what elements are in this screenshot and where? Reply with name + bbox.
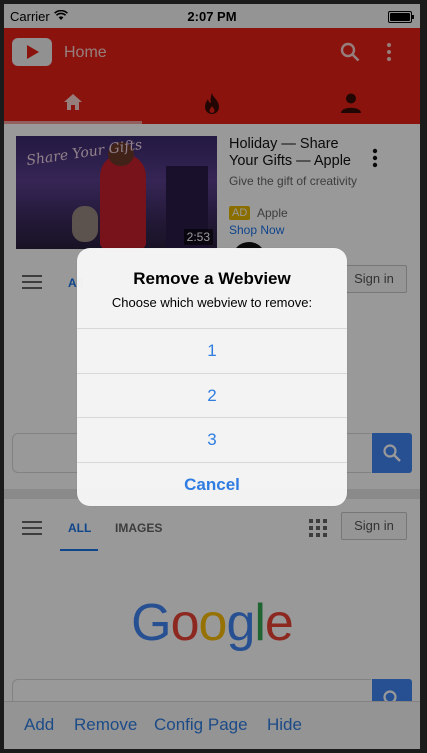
remove-webview-alert: Remove a Webview Choose which webview to… (77, 248, 347, 506)
alert-title: Remove a Webview (133, 269, 291, 288)
alert-message: Choose which webview to remove: (111, 295, 313, 310)
option-2-button[interactable]: 2 (77, 373, 347, 418)
option-3-button[interactable]: 3 (77, 417, 347, 462)
cancel-button[interactable]: Cancel (77, 462, 347, 506)
option-1-button[interactable]: 1 (77, 328, 347, 373)
device-screen: Carrier 2:07 PM Home Share Your Gifts 2:… (4, 4, 420, 749)
